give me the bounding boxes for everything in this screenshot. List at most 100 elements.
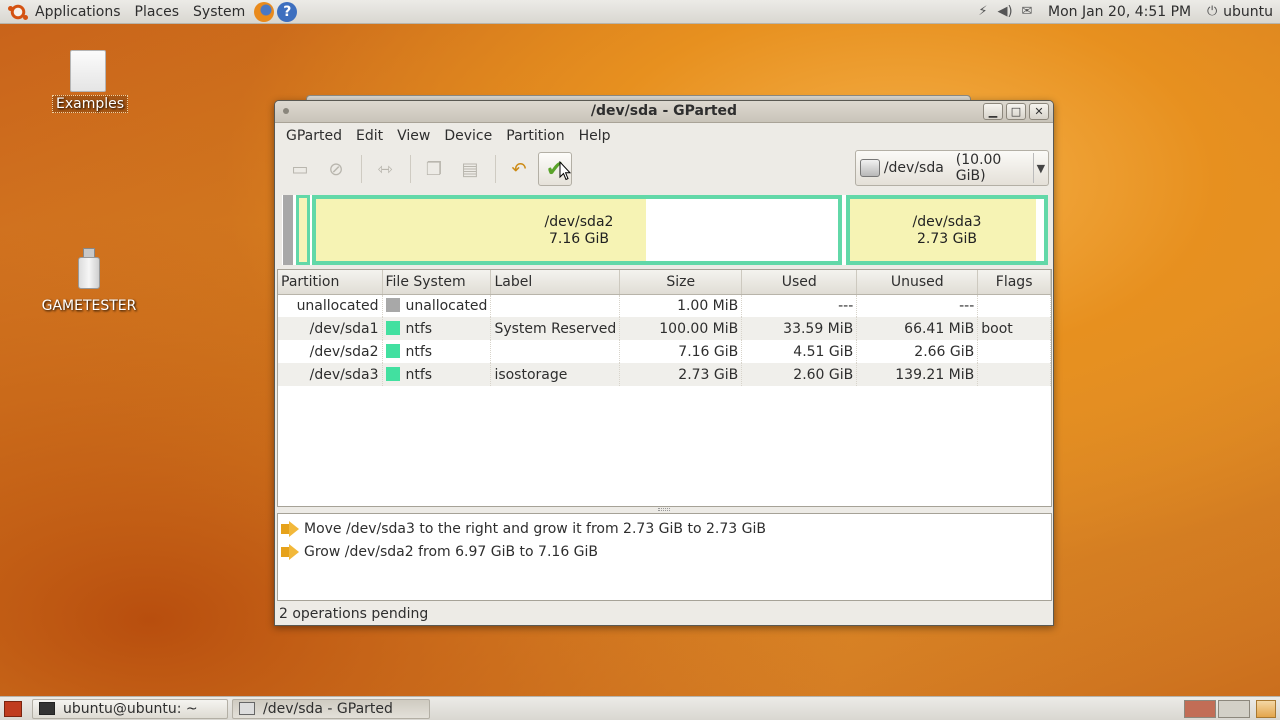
- bottom-panel: ubuntu@ubuntu: ~ /dev/sda - GParted: [0, 696, 1280, 720]
- disk-map-sda3-name: /dev/sda3: [912, 214, 982, 230]
- chevron-down-icon: ▼: [1036, 161, 1046, 175]
- disk-map-sda2-size: 7.16 GiB: [549, 231, 609, 247]
- disk-map-sda1[interactable]: [296, 195, 310, 265]
- disk-map-sda2-name: /dev/sda2: [544, 214, 614, 230]
- menu-device[interactable]: Device: [437, 128, 499, 144]
- user-name[interactable]: ubuntu: [1223, 0, 1280, 24]
- col-filesystem[interactable]: File System: [382, 270, 492, 295]
- power-icon[interactable]: ⏻: [1201, 4, 1223, 19]
- cell-size: 7.16 GiB: [619, 340, 743, 363]
- workspace-1[interactable]: [1184, 699, 1216, 718]
- menu-partition[interactable]: Partition: [499, 128, 571, 144]
- show-desktop-icon[interactable]: [4, 700, 22, 717]
- pane-splitter-handle[interactable]: [658, 508, 670, 511]
- system-tray: ⚡ ◀) ✉ Mon Jan 20, 4:51 PM ⏻ ubuntu: [972, 0, 1280, 24]
- col-unused[interactable]: Unused: [856, 270, 979, 295]
- table-row[interactable]: /dev/sda2 ntfs 7.16 GiB 4.51 GiB 2.66 Gi…: [278, 340, 1051, 363]
- ubuntu-logo-icon[interactable]: [8, 1, 28, 22]
- partition-table: Partition File System Label Size Used Un…: [277, 269, 1052, 507]
- close-button[interactable]: ✕: [1029, 103, 1049, 120]
- col-flags[interactable]: Flags: [977, 270, 1051, 295]
- undo-button[interactable]: ↶: [502, 152, 536, 186]
- device-name: /dev/sda: [883, 160, 944, 176]
- desktop-icon-label: Examples: [52, 95, 129, 113]
- menu-places[interactable]: Places: [128, 0, 187, 24]
- menu-edit[interactable]: Edit: [349, 128, 390, 144]
- trash-icon[interactable]: [1256, 699, 1276, 718]
- operation-arrow-icon: [281, 543, 299, 560]
- desktop-icon-examples[interactable]: Examples: [52, 50, 129, 113]
- gparted-icon: [239, 702, 255, 715]
- taskbar-item-terminal[interactable]: ubuntu@ubuntu: ~: [32, 698, 228, 719]
- terminal-icon: [39, 702, 55, 715]
- window-menu-icon[interactable]: [283, 108, 289, 114]
- disk-map-unallocated[interactable]: [283, 195, 293, 265]
- menu-gparted[interactable]: GParted: [279, 128, 349, 144]
- menu-view[interactable]: View: [390, 128, 437, 144]
- toolbar-separator: [495, 155, 496, 183]
- cell-used: 2.60 GiB: [741, 363, 858, 386]
- paste-icon: ▤: [461, 158, 479, 180]
- filesystem-color-swatch: [385, 297, 400, 312]
- menu-system[interactable]: System: [186, 0, 252, 24]
- device-size: (10.00 GiB): [955, 152, 1002, 184]
- taskbar-item-label: /dev/sda - GParted: [263, 700, 393, 717]
- copy-button[interactable]: ❐: [417, 152, 451, 186]
- menubar: GParted Edit View Device Partition Help: [275, 123, 1053, 149]
- table-row[interactable]: unallocated unallocated 1.00 MiB --- ---: [278, 294, 1051, 317]
- col-partition[interactable]: Partition: [278, 270, 383, 295]
- list-item[interactable]: Move /dev/sda3 to the right and grow it …: [278, 517, 1051, 540]
- cell-label: [490, 294, 621, 317]
- menu-applications[interactable]: Applications: [28, 0, 128, 24]
- network-icon[interactable]: ⚡: [972, 4, 994, 19]
- disk-map-sda3-size: 2.73 GiB: [917, 231, 977, 247]
- paste-button[interactable]: ▤: [453, 152, 487, 186]
- col-used[interactable]: Used: [741, 270, 858, 295]
- cell-size: 100.00 MiB: [619, 317, 743, 340]
- cell-partition: /dev/sda2: [278, 340, 383, 363]
- filesystem-name: unallocated: [405, 297, 488, 314]
- toolbar: ▭ ⊘ ⇿ ❐ ▤ ↶ ✔ /dev/sda (10.00 GiB) ▼: [275, 149, 1053, 189]
- volume-icon[interactable]: ◀): [994, 4, 1016, 19]
- cell-size: 2.73 GiB: [619, 363, 743, 386]
- cell-used: ---: [741, 294, 858, 317]
- disk-map-sda3[interactable]: /dev/sda3 2.73 GiB: [846, 195, 1048, 265]
- col-label[interactable]: Label: [490, 270, 621, 295]
- toolbar-separator: [410, 155, 411, 183]
- cell-used: 33.59 MiB: [741, 317, 858, 340]
- table-row[interactable]: /dev/sda3 ntfs isostorage 2.73 GiB 2.60 …: [278, 363, 1051, 386]
- filesystem-color-swatch: [385, 366, 400, 381]
- taskbar-item-gparted[interactable]: /dev/sda - GParted: [232, 698, 430, 719]
- table-body: unallocated unallocated 1.00 MiB --- ---…: [278, 294, 1051, 386]
- resize-move-button[interactable]: ⇿: [368, 152, 402, 186]
- cell-partition: /dev/sda1: [278, 317, 383, 340]
- col-size[interactable]: Size: [619, 270, 743, 295]
- disk-map: /dev/sda2 7.16 GiB /dev/sda3 2.73 GiB: [282, 195, 1048, 265]
- device-selector[interactable]: /dev/sda (10.00 GiB) ▼: [855, 150, 1049, 186]
- cell-flags: [977, 340, 1051, 363]
- new-partition-button[interactable]: ▭: [283, 152, 317, 186]
- cell-flags: [977, 294, 1051, 317]
- table-row[interactable]: /dev/sda1 ntfs System Reserved 100.00 Mi…: [278, 317, 1051, 340]
- list-item[interactable]: Grow /dev/sda2 from 6.97 GiB to 7.16 GiB: [278, 540, 1051, 563]
- maximize-button[interactable]: □: [1006, 103, 1026, 120]
- desktop-icon-gametester[interactable]: GAMETESTER: [40, 248, 138, 314]
- clock[interactable]: Mon Jan 20, 4:51 PM: [1038, 4, 1201, 20]
- cell-filesystem: unallocated: [382, 294, 492, 317]
- workspace-2[interactable]: [1218, 699, 1250, 718]
- pending-operations-list: Move /dev/sda3 to the right and grow it …: [277, 513, 1052, 601]
- delete-partition-button[interactable]: ⊘: [319, 152, 353, 186]
- minimize-button[interactable]: ▁: [983, 103, 1003, 120]
- filesystem-color-swatch: [385, 343, 400, 358]
- window-titlebar[interactable]: /dev/sda - GParted ▁ □ ✕: [275, 101, 1053, 123]
- help-icon[interactable]: ?: [277, 1, 298, 22]
- menu-help[interactable]: Help: [572, 128, 618, 144]
- mail-icon[interactable]: ✉: [1016, 4, 1038, 19]
- cell-label: System Reserved: [490, 317, 621, 340]
- gparted-window: /dev/sda - GParted ▁ □ ✕ GParted Edit Vi…: [274, 100, 1054, 626]
- firefox-icon[interactable]: [254, 1, 275, 22]
- disk-map-sda2[interactable]: /dev/sda2 7.16 GiB: [312, 195, 842, 265]
- filesystem-name: ntfs: [405, 366, 433, 383]
- cell-unused: 66.41 MiB: [856, 317, 979, 340]
- taskbar-item-label: ubuntu@ubuntu: ~: [63, 700, 198, 717]
